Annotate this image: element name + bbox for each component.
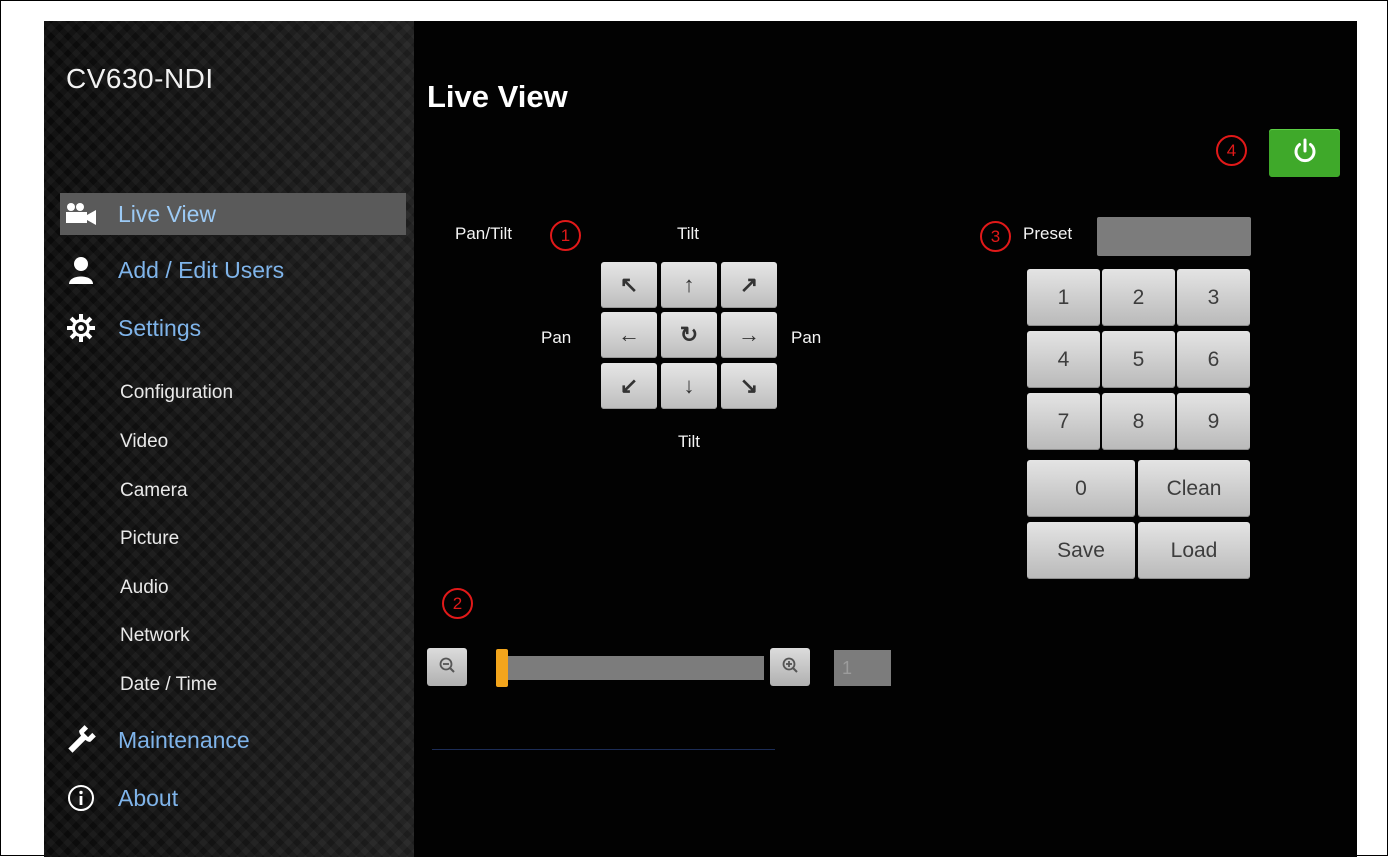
preset-label: Preset [1023,224,1073,243]
gear-icon [64,313,98,343]
tilt-up-button[interactable]: ↑ [661,262,717,308]
nav-label: Live View [118,200,217,227]
nav-label: About [118,784,179,811]
tilt-bottom-label: Tilt [678,432,701,451]
preset-load-button[interactable]: Load [1138,522,1250,579]
sub-item-camera[interactable]: Camera [120,480,188,502]
annotation-marker-4: 4 [1216,135,1247,166]
sub-item-configuration[interactable]: Configuration [120,382,233,404]
page-title: Live View [427,79,568,114]
pan-down-right-button[interactable]: ↘ [721,363,777,409]
wrench-icon [64,725,98,755]
nav-settings[interactable]: Settings [60,307,406,349]
preset-key-1[interactable]: 1 [1027,269,1100,326]
sub-item-network[interactable]: Network [120,625,190,647]
nav-label: Maintenance [118,726,250,753]
preset-clean-button[interactable]: Clean [1138,460,1250,517]
preset-key-9[interactable]: 9 [1177,393,1250,450]
screenshot-frame: CV630-NDI Live View Add / Edit Users Set… [0,0,1388,857]
divider [432,749,775,750]
sub-item-audio[interactable]: Audio [120,577,169,599]
zoom-in-button[interactable] [770,648,810,686]
preset-save-button[interactable]: Save [1027,522,1135,579]
pan-left-label: Pan [541,328,572,347]
pan-tilt-label: Pan/Tilt [455,224,513,243]
sidebar: CV630-NDI Live View Add / Edit Users Set… [44,21,414,857]
zoom-slider-thumb[interactable] [496,649,508,687]
annotation-marker-2: 2 [442,588,473,619]
preset-key-7[interactable]: 7 [1027,393,1100,450]
annotation-marker-3: 3 [980,221,1011,252]
sub-item-date-time[interactable]: Date / Time [120,674,217,696]
annotation-marker-1: 1 [550,220,581,251]
pan-up-left-button[interactable]: ↖ [601,262,657,308]
info-icon [64,783,98,813]
camera-web-ui: CV630-NDI Live View Add / Edit Users Set… [44,21,1357,857]
zoom-in-icon [781,656,799,679]
device-name: CV630-NDI [66,63,214,94]
preset-key-5[interactable]: 5 [1102,331,1175,388]
preset-number-input[interactable] [1097,217,1251,256]
sub-item-picture[interactable]: Picture [120,528,179,550]
sub-item-video[interactable]: Video [120,431,168,453]
power-icon [1291,137,1319,170]
user-icon [64,255,98,285]
preset-key-4[interactable]: 4 [1027,331,1100,388]
pan-right-button[interactable]: → [721,312,777,358]
nav-add-edit-users[interactable]: Add / Edit Users [60,249,406,291]
nav-live-view[interactable]: Live View [60,193,406,235]
video-camera-icon [64,199,98,229]
power-button[interactable] [1269,129,1340,177]
pan-right-label: Pan [791,328,822,347]
nav-about[interactable]: About [60,777,406,819]
zoom-slider-track[interactable] [496,656,764,680]
nav-label: Settings [118,314,202,341]
zoom-value-field[interactable] [834,650,891,686]
preset-key-3[interactable]: 3 [1177,269,1250,326]
preset-key-8[interactable]: 8 [1102,393,1175,450]
tilt-down-button[interactable]: ↓ [661,363,717,409]
preset-key-2[interactable]: 2 [1102,269,1175,326]
tilt-top-label: Tilt [677,224,700,243]
pan-down-left-button[interactable]: ↙ [601,363,657,409]
ptz-home-button[interactable]: ↻ [661,312,717,358]
pan-up-right-button[interactable]: ↗ [721,262,777,308]
pan-left-button[interactable]: ← [601,312,657,358]
nav-maintenance[interactable]: Maintenance [60,719,406,761]
preset-key-6[interactable]: 6 [1177,331,1250,388]
nav-label: Add / Edit Users [118,256,285,283]
preset-key-0[interactable]: 0 [1027,460,1135,517]
zoom-out-button[interactable] [427,648,467,686]
zoom-out-icon [438,656,456,679]
